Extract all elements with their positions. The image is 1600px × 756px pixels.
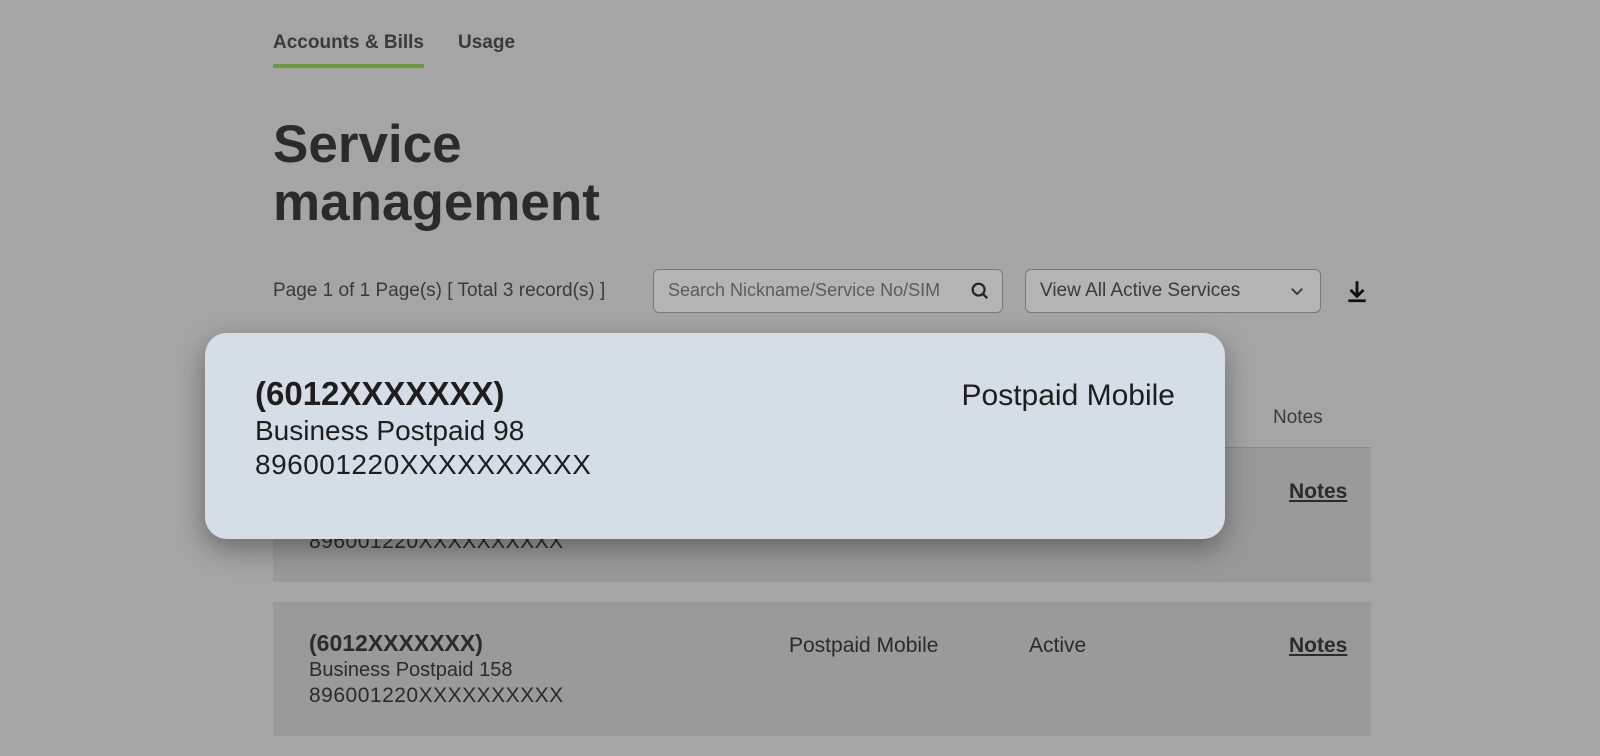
highlighted-service-card[interactable]: (6012XXXXXXX) Business Postpaid 98 89600… <box>205 333 1225 539</box>
filter-selected-label: View All Active Services <box>1040 280 1240 302</box>
table-row: (6012XXXXXXX) Business Postpaid 158 8960… <box>273 602 1371 736</box>
service-type: Postpaid Mobile <box>789 630 1029 658</box>
service-cell: (6012XXXXXXX) Business Postpaid 158 8960… <box>309 630 789 708</box>
download-button[interactable] <box>1343 277 1371 305</box>
highlight-service-type: Postpaid Mobile <box>962 375 1175 509</box>
page-title-line1: Service <box>273 115 462 174</box>
service-plan: Business Postpaid 158 <box>309 659 789 682</box>
chevron-down-icon <box>1288 282 1306 300</box>
row-separator <box>273 582 1371 602</box>
filter-dropdown[interactable]: View All Active Services <box>1025 269 1321 313</box>
download-icon <box>1344 278 1370 304</box>
highlight-service-sim: 896001220XXXXXXXXXX <box>255 449 962 481</box>
service-status: Active <box>1029 630 1249 658</box>
notes-link[interactable]: Notes <box>1289 634 1347 657</box>
table-header-notes: Notes <box>1233 407 1351 429</box>
controls-row: Page 1 of 1 Page(s) [ Total 3 record(s) … <box>273 269 1371 313</box>
search-field-wrap <box>653 269 1003 313</box>
highlight-service-number: (6012XXXXXXX) <box>255 375 962 413</box>
search-input[interactable] <box>653 269 1003 313</box>
page-title-line2: management <box>273 173 600 232</box>
highlight-service-plan: Business Postpaid 98 <box>255 415 962 447</box>
row-separator <box>273 736 1371 756</box>
highlight-left: (6012XXXXXXX) Business Postpaid 98 89600… <box>255 375 962 509</box>
tab-bar: Accounts & Bills Usage <box>273 0 1371 68</box>
service-number: (6012XXXXXXX) <box>309 630 789 657</box>
notes-link[interactable]: Notes <box>1289 480 1347 503</box>
page-title: Service management <box>273 116 1371 233</box>
pagination-summary: Page 1 of 1 Page(s) [ Total 3 record(s) … <box>273 280 631 302</box>
tab-accounts-bills[interactable]: Accounts & Bills <box>273 32 424 68</box>
service-sim: 896001220XXXXXXXXXX <box>309 684 789 708</box>
tab-usage[interactable]: Usage <box>458 32 515 68</box>
